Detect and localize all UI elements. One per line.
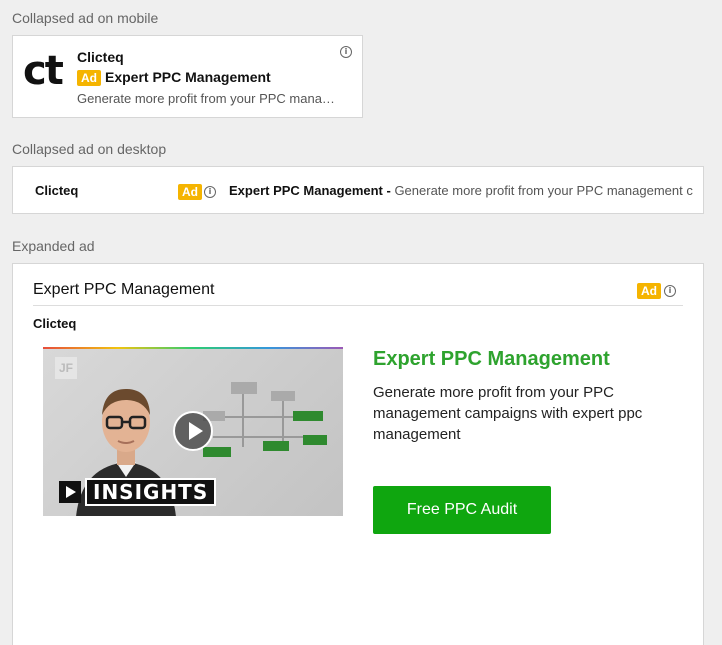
label-collapsed-mobile: Collapsed ad on mobile <box>12 10 159 26</box>
ad-headline: Expert PPC Management <box>105 69 271 85</box>
video-color-bar <box>43 347 343 349</box>
ad-badge: Ad <box>77 70 101 86</box>
free-ppc-audit-button[interactable]: Free PPC Audit <box>373 486 551 534</box>
play-icon[interactable] <box>173 411 213 451</box>
ad-line: Expert PPC Management - Generate more pr… <box>229 183 693 198</box>
ad-description: Generate more profit from your PPC mana… <box>77 91 335 106</box>
info-icon[interactable]: i <box>340 46 352 58</box>
ad-headline: Expert PPC Management - <box>229 183 391 198</box>
info-icon[interactable]: i <box>204 186 216 198</box>
advertiser-name: Clicteq <box>33 316 77 331</box>
label-expanded: Expanded ad <box>12 238 95 254</box>
ad-description: Generate more profit from your PPC manag… <box>390 183 693 198</box>
mobile-collapsed-ad[interactable]: ct Clicteq Ad Expert PPC Management Gener… <box>12 35 363 118</box>
ad-title[interactable]: Expert PPC Management <box>373 348 610 371</box>
brand-text: INSIGHTS <box>85 478 217 506</box>
advertiser-name: Clicteq <box>35 183 79 198</box>
advertiser-logo: ct <box>23 48 64 94</box>
divider <box>33 305 683 306</box>
info-icon[interactable]: i <box>664 285 676 297</box>
ad-description: Generate more profit from your PPC manag… <box>373 384 643 443</box>
label-collapsed-desktop: Collapsed ad on desktop <box>12 141 167 157</box>
video-branding: INSIGHTS <box>59 478 217 506</box>
ad-headline: Expert PPC Management <box>33 281 215 298</box>
play-logo-icon <box>59 481 81 503</box>
desktop-collapsed-ad[interactable]: Clicteq Ad i Expert PPC Management - Gen… <box>12 166 704 214</box>
advertiser-name: Clicteq <box>77 49 124 65</box>
headline-row: Ad Expert PPC Management <box>77 69 271 86</box>
ad-badge: Ad <box>178 184 202 200</box>
expanded-ad: Expert PPC Management Ad i Clicteq JF IN… <box>12 263 704 645</box>
video-thumbnail[interactable]: JF INSIGHTS <box>43 347 343 516</box>
ad-badge: Ad <box>637 283 661 299</box>
flowchart-graphic <box>203 382 327 457</box>
